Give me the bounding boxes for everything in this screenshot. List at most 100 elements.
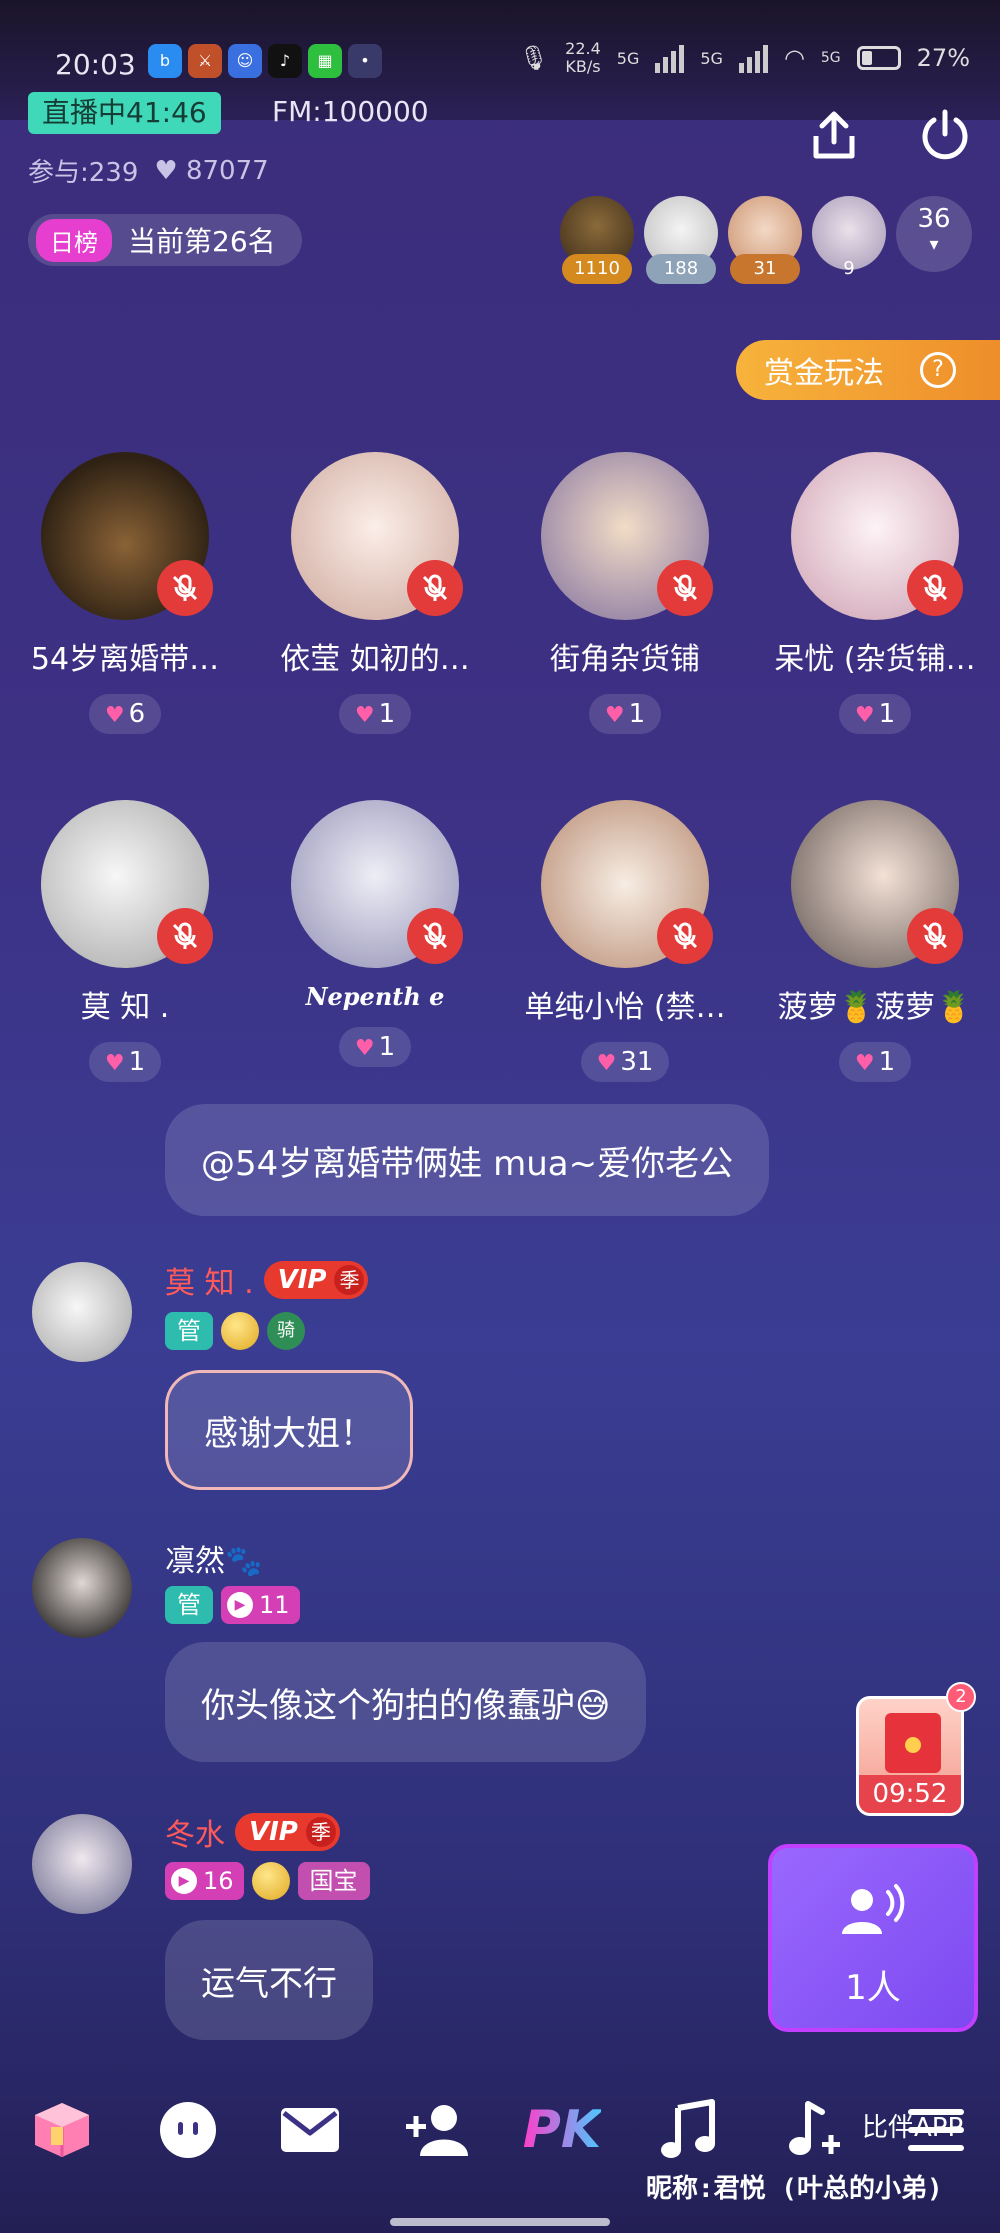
top-audience-list: 1110 188 31 9 36 ▾ <box>560 196 972 286</box>
chat-bubble-icon <box>160 2102 216 2158</box>
mic-seat-8[interactable]: 菠萝🍍菠萝🍍 ♥ 1 <box>750 800 1000 1082</box>
add-music-button[interactable] <box>772 2090 852 2170</box>
hearts-stat: ♥ 87077 <box>154 156 268 186</box>
help-icon[interactable]: ? <box>920 352 956 388</box>
chat-avatar[interactable] <box>32 1262 132 1362</box>
contribution-count: 31 <box>730 254 800 284</box>
heart-count: 87077 <box>185 155 269 186</box>
mic-seat-7[interactable]: 单纯小怡 (禁… ♥ 31 <box>500 800 750 1082</box>
mic-seat-1[interactable]: 54岁离婚带… ♥ 6 <box>0 452 250 734</box>
seat-likes: ♥ 1 <box>588 694 662 734</box>
message-button[interactable] <box>270 2090 350 2170</box>
exit-room-button[interactable] <box>916 106 974 164</box>
chat-avatar[interactable] <box>32 1538 132 1638</box>
heart-icon: ♥ <box>354 703 375 728</box>
heart-icon: ♥ <box>604 703 625 728</box>
status-indicators: 🎙 22.4 KB/s 5G 5G ◠ 5G 27% <box>519 40 970 76</box>
bounty-label: 赏金玩法 <box>764 356 884 391</box>
add-friend-button[interactable] <box>396 2090 476 2170</box>
seat-name: 依莹 如初的… <box>280 642 470 677</box>
bounty-game-button[interactable]: 赏金玩法 ? <box>736 340 1000 400</box>
speaker-user-icon <box>842 1884 905 1934</box>
status-notification-icons: b ⚔ ☺ ♪ ▦ • <box>148 44 382 78</box>
mic-seat-2[interactable]: 依莹 如初的… ♥ 1 <box>250 452 500 734</box>
seat-name: 菠萝🍍菠萝🍍 <box>777 990 973 1025</box>
live-duration-badge: 直播中41:46 <box>28 92 221 134</box>
mic-indicator-icon: 🎙 <box>518 44 550 72</box>
ride-badge: 骑 <box>267 1312 305 1350</box>
mic-queue-button[interactable]: 1人 <box>768 1844 978 2032</box>
mic-muted-icon <box>157 560 213 616</box>
mic-seat-6[interactable]: Nepenth e ♥ 1 <box>250 800 500 1067</box>
red-packet-widget[interactable]: 09:52 <box>856 1696 964 1816</box>
music-button[interactable] <box>648 2090 728 2170</box>
room-fm-id: FM:100000 <box>272 95 429 128</box>
red-packet-timer: 09:52 <box>859 1775 961 1813</box>
contribution-count: 188 <box>646 254 716 284</box>
chat-sender[interactable]: 冬水 VIP 季 <box>165 1810 340 1854</box>
audience-avatar-1[interactable]: 1110 <box>560 196 634 286</box>
gift-cube-icon <box>35 2103 89 2157</box>
heart-icon: ♥ <box>104 703 125 728</box>
dots-app-icon: • <box>348 44 382 78</box>
seat-name: 呆忧 (杂货铺… <box>774 642 976 677</box>
heart-icon: ♥ <box>354 1036 375 1061</box>
mic-muted-icon <box>657 908 713 964</box>
mic-muted-icon <box>907 908 963 964</box>
daily-rank-text: 当前第26名 <box>128 225 276 258</box>
audience-more-button[interactable]: 36 ▾ <box>896 196 972 272</box>
signal1-icon <box>655 43 685 73</box>
seat-likes: ♥ 1 <box>338 1027 412 1067</box>
app-watermark: 比伴APP <box>862 2113 964 2143</box>
seat-likes: ♥ 1 <box>838 1042 912 1082</box>
chat-message: 感谢大姐！ <box>165 1370 413 1490</box>
admin-badge: 管 <box>165 1586 213 1624</box>
seat-likes: ♥ 1 <box>88 1042 162 1082</box>
status-time: 20:03 <box>55 48 136 81</box>
seat-name: 单纯小怡 (禁… <box>524 990 726 1025</box>
sender-name: 凛然🐾 <box>165 1544 263 1579</box>
power-icon <box>922 109 968 160</box>
mail-icon <box>281 2108 339 2152</box>
mic-seat-4[interactable]: 呆忧 (杂货铺… ♥ 1 <box>750 452 1000 734</box>
chat-app-icon: ☺ <box>228 44 262 78</box>
chat-sender[interactable]: 凛然🐾 <box>165 1536 262 1580</box>
guobao-badge: 国宝 <box>297 1862 370 1900</box>
mic-muted-icon <box>407 908 463 964</box>
admin-badge: 管 <box>165 1312 213 1350</box>
coin-badge-icon <box>251 1862 290 1900</box>
pk-button[interactable]: PK <box>522 2090 602 2170</box>
pk-label: PK <box>522 2100 602 2160</box>
heart-icon: ♥ <box>854 703 875 728</box>
chat-input-button[interactable] <box>148 2090 228 2170</box>
room-stats: 参与:239 ♥ 87077 <box>28 152 269 189</box>
share-button[interactable] <box>806 108 862 164</box>
chat-avatar[interactable] <box>32 1814 132 1914</box>
daily-rank-tag: 日榜 <box>36 218 112 262</box>
audience-avatar-4[interactable]: 9 <box>812 196 886 286</box>
user-badges: ▶ 16 国宝 <box>165 1862 370 1900</box>
wechat-app-icon: ▦ <box>308 44 342 78</box>
gift-box-button[interactable] <box>22 2090 102 2170</box>
user-badges: 管 骑 <box>165 1312 305 1350</box>
daily-rank-pill[interactable]: 日榜 当前第26名 <box>28 214 302 266</box>
signal2-icon <box>738 43 768 73</box>
mic-seat-3[interactable]: 街角杂货铺 ♥ 1 <box>500 452 750 734</box>
battery-level: 27% <box>916 44 970 72</box>
audience-avatar-3[interactable]: 31 <box>728 196 802 286</box>
chat-sender[interactable]: 莫 知 . VIP 季 <box>165 1258 369 1302</box>
wifi-icon: ◠ <box>783 44 805 72</box>
mic-muted-icon <box>157 908 213 964</box>
contribution-count: 1110 <box>562 254 632 284</box>
mic-seat-5[interactable]: 莫 知 . ♥ 1 <box>0 800 250 1082</box>
level-icon: ▶ <box>171 1868 197 1894</box>
seat-likes: ♥ 1 <box>838 694 912 734</box>
red-packet-count-badge: 2 <box>946 1682 976 1712</box>
share-icon <box>813 111 855 159</box>
audience-avatar-2[interactable]: 188 <box>644 196 718 286</box>
game-app-icon: ⚔ <box>188 44 222 78</box>
home-indicator[interactable] <box>390 2218 610 2226</box>
level-icon: ▶ <box>227 1592 253 1618</box>
seat-name: 莫 知 . <box>80 990 170 1025</box>
sender-name: 莫 知 . <box>165 1266 254 1301</box>
